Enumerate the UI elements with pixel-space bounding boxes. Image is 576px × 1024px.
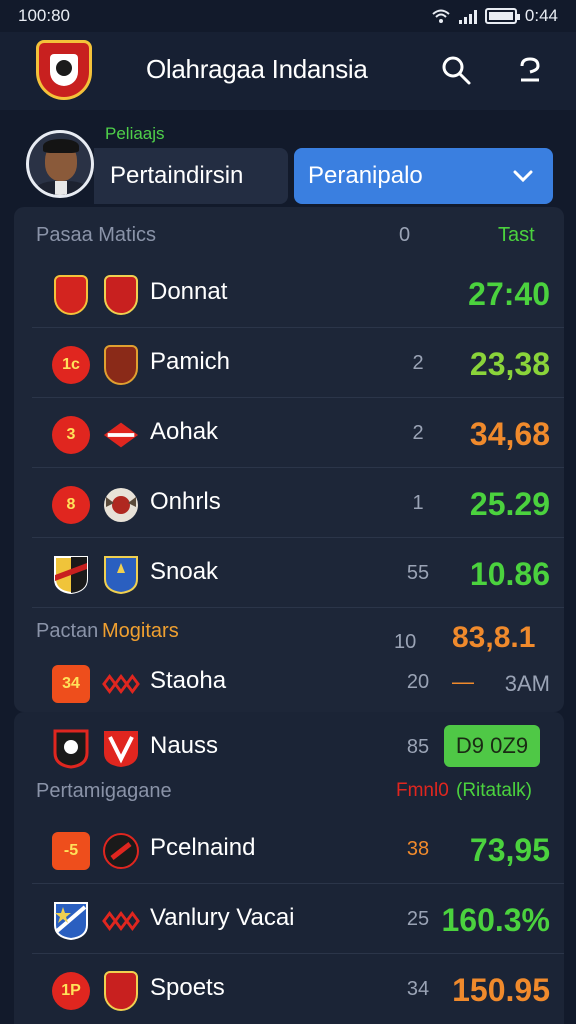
- match-count: 55: [406, 562, 430, 584]
- dash-separator: —: [452, 669, 474, 694]
- live-time-pill[interactable]: D9 0Z9: [444, 725, 540, 767]
- match-count: 85: [406, 736, 430, 758]
- app-title: Olahragaa Indansia: [146, 54, 368, 84]
- featured-match-row[interactable]: Nauss 85 D9 0Z9: [32, 712, 564, 782]
- share-button[interactable]: [510, 50, 550, 90]
- team-crest-icon: [102, 555, 140, 595]
- signal-icon: [458, 8, 477, 24]
- match-score: 23,38: [469, 346, 550, 382]
- search-button[interactable]: [436, 50, 476, 90]
- match-score: 25.29: [469, 486, 550, 522]
- match-score: 150.95: [452, 972, 550, 1008]
- team-crest-icon: [52, 729, 90, 769]
- team-crest-icon: [102, 971, 140, 1011]
- rank-badge: -5: [52, 831, 90, 871]
- status-time: 100:80: [18, 6, 70, 25]
- selector-area: Peliaajs Pertaindirsin Peranipalo: [0, 110, 576, 210]
- rank-badge: 34: [52, 664, 90, 704]
- match-score: 10.86: [469, 556, 550, 592]
- match-row[interactable]: Vanlury Vacai 25 160.3%: [32, 884, 564, 954]
- match-score: 73,95: [469, 832, 550, 868]
- team-crest-icon: [102, 345, 140, 385]
- app-bar: Olahragaa Indansia: [0, 32, 576, 110]
- rank-badge: 1P: [52, 971, 90, 1011]
- team-name: Snoak: [150, 558, 219, 585]
- column-time-header: Tast: [498, 224, 535, 246]
- match-row[interactable]: Snoak 55 10.86: [32, 538, 564, 608]
- match-count: 38: [406, 838, 430, 860]
- avatar[interactable]: [26, 130, 94, 198]
- wave-crest-icon: [102, 901, 140, 941]
- status-bar: 100:80 0:44: [0, 0, 576, 32]
- segment-tab[interactable]: Pertaindirsin: [94, 148, 288, 204]
- section-title: Pasaa Matics: [36, 224, 157, 246]
- match-count: 20: [406, 671, 430, 693]
- match-score: 27:40: [468, 276, 550, 312]
- filter-dropdown[interactable]: Peranipalo: [294, 148, 553, 204]
- legend-green: (Ritatalk): [456, 780, 533, 801]
- section2-title: Mogitars: [102, 620, 179, 642]
- match-score: 34,68: [469, 416, 550, 452]
- section2-title-prefix: Pactan: [36, 620, 99, 642]
- match-count: 34: [406, 978, 430, 1000]
- selector-label: Peliaajs: [105, 124, 165, 143]
- match-time: 3AM: [504, 671, 550, 696]
- team-name: Aohak: [150, 418, 219, 445]
- match-row[interactable]: 1P Spoets 34 150.95: [32, 954, 564, 1024]
- match-row[interactable]: -5 Pcelnaind 38 73,95: [32, 814, 564, 884]
- wave-crest-icon: [102, 664, 140, 704]
- chevron-down-icon: [513, 170, 533, 182]
- rank-badge: 1c: [52, 345, 90, 385]
- diamond-crest-icon: [102, 415, 140, 455]
- team-name: Pcelnaind: [150, 834, 256, 861]
- legend-red: Fmnl0: [396, 780, 449, 801]
- match-row[interactable]: 1c Pamich 2 23,38: [32, 328, 564, 398]
- rank-badge: 3: [52, 415, 90, 455]
- team-name: Donnat: [150, 278, 228, 305]
- match-count: 2: [412, 422, 424, 444]
- app-logo-icon: [36, 40, 92, 100]
- wifi-icon: [432, 9, 450, 23]
- team-name: Vanlury Vacai: [150, 904, 295, 931]
- team-name: Spoets: [150, 974, 225, 1001]
- match-count: 2: [412, 352, 424, 374]
- team-name: Staoha: [150, 667, 227, 694]
- dropdown-value: Peranipalo: [308, 162, 423, 189]
- share-icon: [520, 57, 540, 82]
- match-score: 160.3%: [441, 902, 550, 938]
- team-name: Onhrls: [150, 488, 221, 515]
- featured-panel: Nauss 85 D9 0Z9 Pertamigagane Fmnl0 (Rit…: [14, 712, 564, 1024]
- team-crest-icon: [102, 831, 140, 871]
- star-crest-icon: [52, 901, 90, 941]
- search-icon: [442, 56, 471, 85]
- team-crest-icon: [102, 275, 140, 315]
- match-row[interactable]: Donnat 27:40: [32, 258, 564, 328]
- rank-badge: 8: [52, 485, 90, 525]
- match-row[interactable]: 8 Onhrls 1 25.29: [32, 468, 564, 538]
- section3-title: Pertamigagane: [36, 780, 172, 802]
- match-count: 1: [412, 492, 424, 514]
- match-row[interactable]: 34 Staoha 20 — 3AM: [32, 647, 564, 717]
- status-indicators: 0:44: [431, 6, 558, 26]
- battery-icon: [484, 8, 520, 24]
- status-clock: 0:44: [524, 6, 558, 25]
- team-crest-icon: [52, 555, 90, 595]
- team-name: Pamich: [150, 348, 231, 375]
- eagle-crest-icon: [102, 485, 140, 525]
- team-crest-icon: [102, 729, 140, 769]
- team-name: Nauss: [150, 732, 219, 759]
- match-count: 25: [406, 908, 430, 930]
- column-count-header: 0: [399, 224, 411, 246]
- team-crest-icon: [52, 275, 90, 315]
- match-row[interactable]: 3 Aohak 2 34,68: [32, 398, 564, 468]
- matches-panel: Pasaa Matics 0 Tast Donnat 27:40 1c Pami…: [14, 207, 564, 712]
